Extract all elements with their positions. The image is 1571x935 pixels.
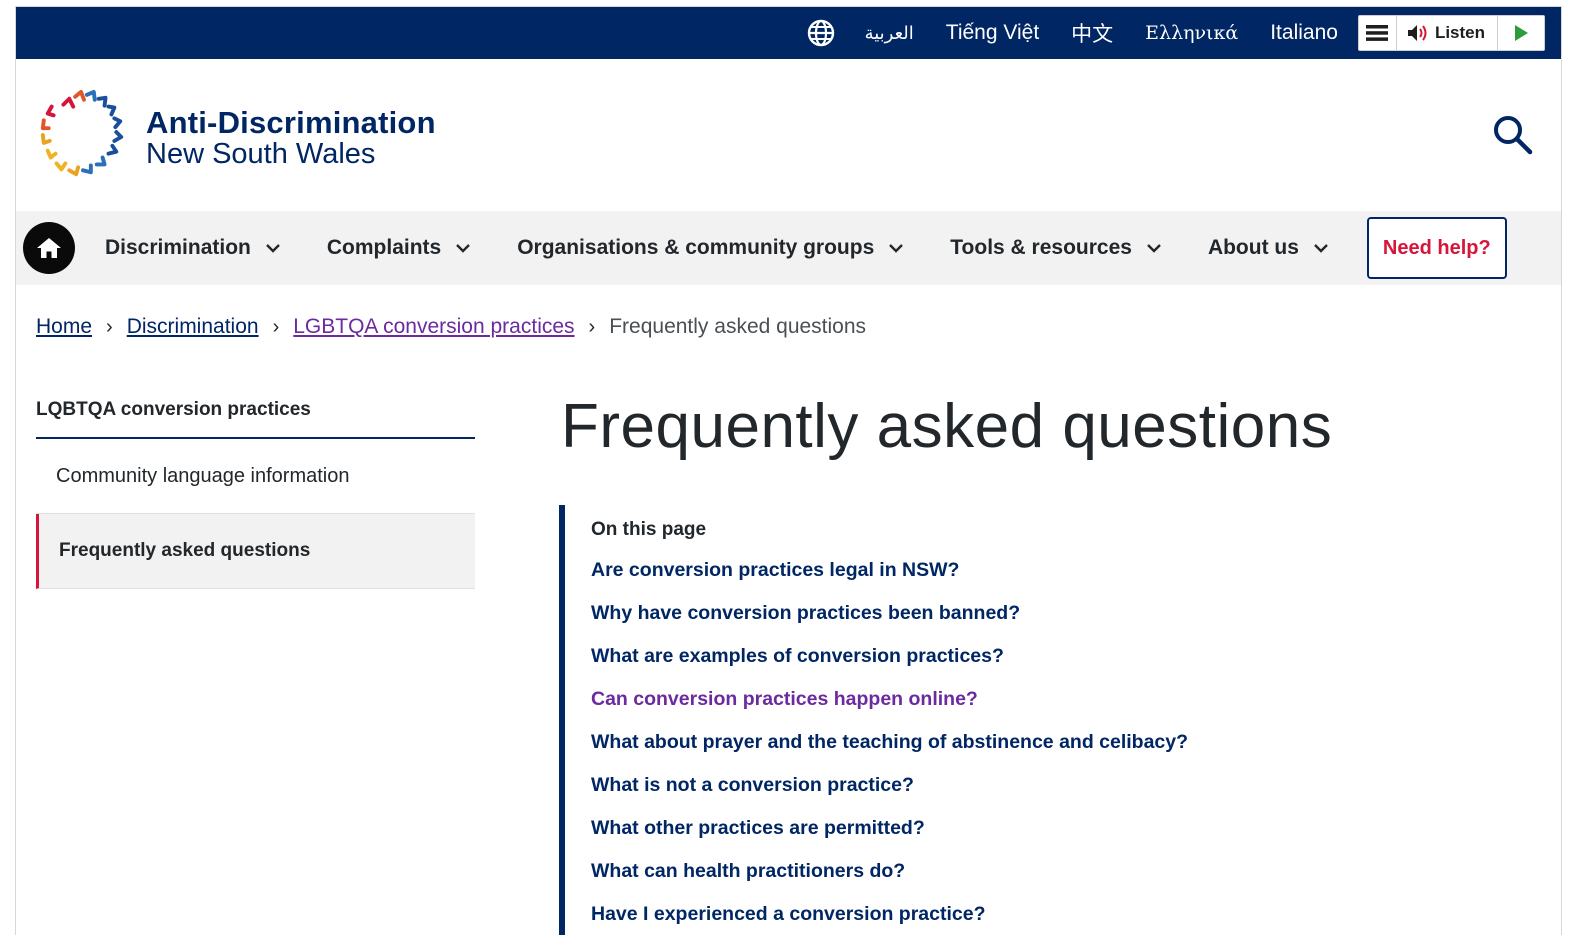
- breadcrumb-home-link[interactable]: Home: [36, 315, 92, 339]
- chevron-down-icon: [1147, 244, 1161, 253]
- listen-button[interactable]: Listen: [1397, 16, 1498, 50]
- toc-link[interactable]: What is not a conversion practice?: [591, 772, 1459, 815]
- breadcrumb-discrimination-link[interactable]: Discrimination: [127, 315, 259, 339]
- language-bar: العربية Tiếng Việt 中文 Ελληνικά Italiano …: [16, 7, 1561, 59]
- nav-item-label: About us: [1207, 236, 1299, 259]
- globe-icon[interactable]: [807, 19, 835, 47]
- home-button[interactable]: [23, 222, 75, 274]
- breadcrumb-section-link[interactable]: LGBTQA conversion practices: [293, 315, 574, 339]
- language-link-greek[interactable]: Ελληνικά: [1145, 22, 1238, 44]
- side-nav-title[interactable]: LQBTQA conversion practices: [36, 387, 475, 439]
- breadcrumb: Home › Discrimination › LGBTQA conversio…: [36, 315, 866, 339]
- toc-link[interactable]: What other practices are permitted?: [591, 815, 1459, 858]
- nav-item-complaints[interactable]: Complaints: [327, 236, 471, 260]
- toc-link[interactable]: Why have conversion practices been banne…: [591, 600, 1459, 643]
- language-link-arabic[interactable]: العربية: [865, 23, 914, 44]
- play-icon[interactable]: [1498, 16, 1544, 50]
- side-nav-item-faq[interactable]: Frequently asked questions: [36, 514, 475, 589]
- on-this-page: On this page Are conversion practices le…: [559, 505, 1459, 935]
- brand-name[interactable]: Anti-Discrimination New South Wales: [146, 107, 436, 169]
- chevron-down-icon: [456, 244, 471, 253]
- chevron-right-icon: ›: [588, 315, 596, 338]
- toc-title: On this page: [591, 519, 707, 540]
- toc-link[interactable]: What about prayer and the teaching of ab…: [591, 729, 1459, 772]
- side-navigation: LQBTQA conversion practices Community la…: [36, 387, 475, 589]
- browser-page: العربية Tiếng Việt 中文 Ελληνικά Italiano …: [15, 6, 1562, 935]
- chevron-right-icon: ›: [106, 315, 113, 338]
- toc-link[interactable]: Have I experienced a conversion practice…: [591, 901, 1459, 935]
- nav-item-label: Complaints: [326, 236, 442, 259]
- nav-item-label: Organisations & community groups: [517, 236, 875, 259]
- chevron-down-icon: [266, 244, 280, 253]
- brand-line-2: New South Wales: [146, 138, 376, 170]
- toc-link[interactable]: Can conversion practices happen online?: [591, 686, 1459, 729]
- search-icon[interactable]: [1491, 113, 1533, 155]
- language-link-vietnamese[interactable]: Tiếng Việt: [946, 21, 1039, 45]
- nav-item-label: Tools & resources: [950, 236, 1132, 259]
- nav-item-label: Discrimination: [105, 236, 251, 259]
- chevron-right-icon: ›: [272, 315, 280, 338]
- listen-label: Listen: [1434, 23, 1485, 42]
- nav-item-organisations[interactable]: Organisations & community groups: [517, 236, 904, 260]
- speaker-icon: [1407, 25, 1427, 41]
- language-link-italian[interactable]: Italiano: [1270, 21, 1338, 45]
- chevron-down-icon: [889, 244, 904, 253]
- toc-link[interactable]: Are conversion practices legal in NSW?: [591, 557, 1459, 600]
- side-nav-item-community-language[interactable]: Community language information: [36, 439, 475, 514]
- toc-link[interactable]: What are examples of conversion practice…: [591, 643, 1459, 686]
- logo-icon[interactable]: [34, 87, 132, 185]
- breadcrumb-current: Frequently asked questions: [609, 315, 867, 338]
- home-icon: [37, 238, 61, 258]
- chevron-down-icon: [1314, 244, 1328, 253]
- language-link-chinese[interactable]: 中文: [1071, 18, 1113, 48]
- readspeaker-toolbar: Listen: [1357, 15, 1545, 51]
- page-title: Frequently asked questions: [561, 392, 1333, 461]
- need-help-button[interactable]: Need help?: [1366, 217, 1507, 279]
- menu-icon[interactable]: [1359, 16, 1397, 50]
- nav-item-about[interactable]: About us: [1208, 236, 1329, 260]
- brand-line-1: Anti-Discrimination: [146, 105, 436, 140]
- site-header: Anti-Discrimination New South Wales: [16, 59, 1561, 211]
- nav-item-tools[interactable]: Tools & resources: [950, 236, 1162, 260]
- toc-link[interactable]: What can health practitioners do?: [591, 858, 1459, 901]
- main-navigation: Discrimination Complaints Organisations …: [16, 211, 1561, 285]
- nav-item-discrimination[interactable]: Discrimination: [105, 236, 281, 260]
